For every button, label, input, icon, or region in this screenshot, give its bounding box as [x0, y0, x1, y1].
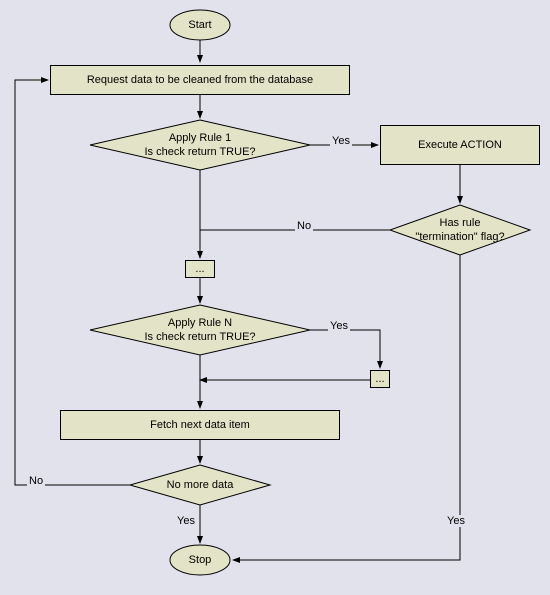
rule1-line2: Is check return TRUE?: [144, 146, 255, 158]
edge-label-yes-ruleN: Yes: [328, 320, 350, 332]
ellipsis-node-1: ...: [185, 260, 215, 278]
ruleN-line1: Apply Rule N: [168, 317, 232, 329]
edge-label-yes-stop: Yes: [175, 515, 197, 527]
edge-label-no-termination: No: [295, 220, 313, 232]
fetch-next-item-process: Fetch next data item: [60, 410, 340, 440]
no-more-data-decision: No more data: [150, 477, 250, 493]
edge-label-yes-rule1: Yes: [330, 135, 352, 147]
edge-label-yes-termination: Yes: [445, 515, 467, 527]
ruleN-line2: Is check return TRUE?: [144, 331, 255, 343]
rule1-line1: Apply Rule 1: [169, 132, 231, 144]
start-node: Start: [170, 17, 230, 33]
apply-rule-1-decision: Apply Rule 1 Is check return TRUE?: [120, 130, 280, 160]
ellipsis-node-2: ...: [370, 370, 390, 388]
termination-flag-decision: Has rule "termination" flag?: [405, 216, 515, 244]
stop-node: Stop: [175, 552, 225, 568]
request-data-process: Request data to be cleaned from the data…: [50, 65, 350, 95]
flowchart-canvas: Start Request data to be cleaned from th…: [0, 0, 550, 595]
termination-line1: Has rule: [440, 217, 481, 229]
apply-rule-n-decision: Apply Rule N Is check return TRUE?: [120, 315, 280, 345]
edge-label-no-loop: No: [27, 475, 45, 487]
execute-action-process: Execute ACTION: [380, 125, 540, 165]
termination-line2: "termination" flag?: [415, 231, 504, 243]
